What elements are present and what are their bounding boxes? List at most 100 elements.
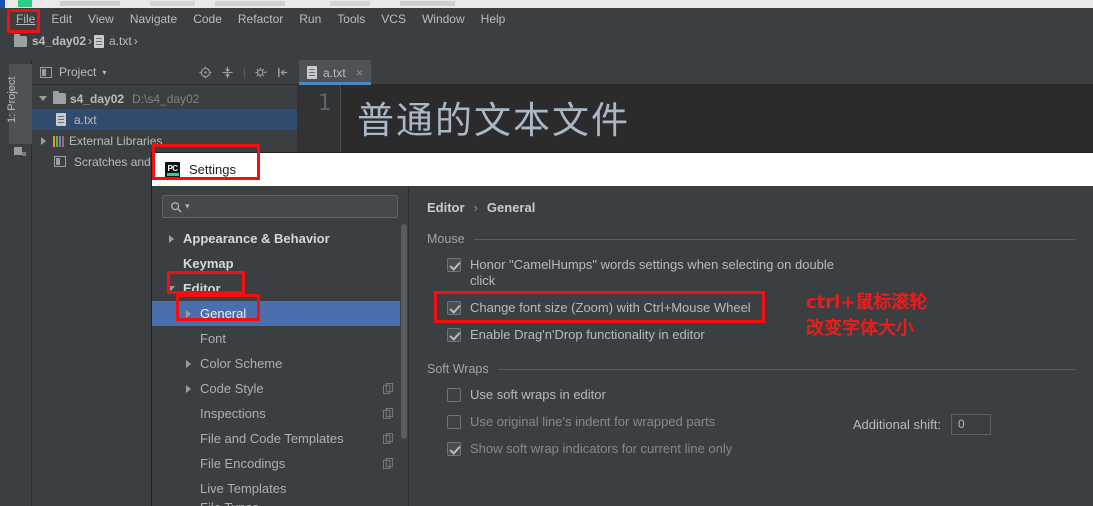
menu-view-label: View (88, 12, 114, 26)
settings-node-color-scheme[interactable]: Color Scheme (152, 351, 408, 376)
option-show-soft-wrap-indicators[interactable]: Show soft wrap indicators for current li… (447, 441, 1075, 457)
additional-shift-input[interactable]: 0 (951, 414, 991, 435)
tree-node-project[interactable]: s4_day02 D:\s4_day02 (32, 88, 297, 109)
copy-icon[interactable] (383, 408, 394, 419)
editor-tab-a-txt[interactable]: a.txt × (299, 60, 372, 85)
search-input[interactable]: ▾ (162, 195, 398, 218)
menu-item-vcs[interactable]: VCS (373, 10, 414, 28)
option-use-soft-wraps[interactable]: Use soft wraps in editor (447, 387, 1075, 403)
chevron-right-icon[interactable] (38, 135, 49, 146)
gear-icon[interactable] (255, 66, 268, 79)
chevron-right-icon[interactable] (183, 358, 194, 369)
chevron-down-icon[interactable] (166, 283, 177, 294)
menu-item-window[interactable]: Window (414, 10, 473, 28)
breadcrumb-project-label: s4_day02 (32, 34, 87, 48)
tool-window-button-project[interactable]: 1: Project (6, 64, 32, 144)
settings-categories-pane: ▾ Appearance & Behavior Keymap Editor Ge… (152, 186, 409, 506)
settings-node-file-encodings[interactable]: File Encodings (152, 451, 408, 476)
settings-node-appearance-behavior[interactable]: Appearance & Behavior (152, 226, 408, 251)
option-label: Show soft wrap indicators for current li… (470, 441, 733, 456)
menu-item-navigate[interactable]: Navigate (122, 10, 185, 28)
option-honor-camelhumps[interactable]: Honor "CamelHumps" words settings when s… (447, 257, 847, 289)
menu-item-file[interactable]: File (8, 10, 43, 28)
close-icon[interactable]: × (356, 65, 364, 80)
menu-item-edit[interactable]: Edit (43, 10, 80, 28)
option-label: Use original line's indent for wrapped p… (470, 414, 716, 429)
menu-item-help[interactable]: Help (473, 10, 514, 28)
settings-tree-scrollbar[interactable] (400, 224, 408, 506)
settings-node-file-and-code-templates[interactable]: File and Code Templates (152, 426, 408, 451)
search-dropdown-caret-icon[interactable]: ▾ (185, 201, 190, 212)
menu-item-run[interactable]: Run (291, 10, 329, 28)
menu-run-label: Run (299, 12, 322, 26)
option-enable-dragndrop[interactable]: Enable Drag'n'Drop functionality in edit… (447, 327, 1075, 343)
tree-node-label: a.txt (74, 112, 97, 127)
search-icon (171, 201, 182, 213)
menu-refactor-label: Refactor (237, 12, 284, 26)
breadcrumb-project[interactable]: s4_day02 (14, 33, 87, 48)
checkbox-honor-camelhumps[interactable] (447, 258, 461, 272)
checkbox-show-soft-wrap-indicators[interactable] (447, 442, 461, 456)
checkbox-use-original-indent[interactable] (447, 415, 461, 429)
hide-icon[interactable] (277, 66, 290, 79)
settings-node-label: Font (200, 331, 227, 346)
settings-breadcrumb-current: General (486, 200, 536, 215)
menu-item-view[interactable]: View (80, 10, 122, 28)
scrollbar-thumb[interactable] (401, 224, 407, 439)
tree-node-a-txt[interactable]: a.txt (32, 109, 297, 130)
menu-file-label: File (16, 12, 36, 26)
project-panel-title: Project (59, 65, 97, 79)
chevron-right-icon[interactable] (183, 308, 194, 319)
settings-node-general[interactable]: General (152, 301, 408, 326)
settings-node-label: Inspections (200, 406, 266, 421)
option-change-font-size-zoom[interactable]: Change font size (Zoom) with Ctrl+Mouse … (447, 300, 1075, 316)
menu-navigate-label: Navigate (129, 12, 178, 26)
settings-dialog-title: Settings (189, 162, 236, 177)
copy-icon[interactable] (383, 433, 394, 444)
checkbox-change-font-size-zoom[interactable] (447, 301, 461, 315)
file-icon (94, 34, 105, 48)
tool-window-button-label: 1: Project (6, 76, 18, 123)
copy-icon[interactable] (383, 383, 394, 394)
editor-content-line-1[interactable]: 普通的文本文件 (357, 90, 630, 144)
settings-breadcrumb-parent: Editor (427, 200, 465, 215)
checkbox-use-soft-wraps[interactable] (447, 388, 461, 402)
chevron-right-icon[interactable] (166, 233, 177, 244)
copy-icon[interactable] (383, 458, 394, 469)
locate-icon[interactable] (199, 65, 212, 79)
settings-node-file-types[interactable]: File Types (152, 501, 408, 506)
chevron-down-icon[interactable]: ▾ (102, 68, 106, 77)
pycharm-icon: PC (165, 161, 180, 178)
collapse-all-icon[interactable] (221, 66, 234, 79)
settings-node-keymap[interactable]: Keymap (152, 251, 408, 276)
left-tool-strip: 1: Project (6, 60, 32, 506)
settings-dialog-body: ▾ Appearance & Behavior Keymap Editor Ge… (152, 186, 1093, 506)
tree-node-external-libraries[interactable]: External Libraries (32, 130, 297, 151)
settings-node-inspections[interactable]: Inspections (152, 401, 408, 426)
option-label: Change font size (Zoom) with Ctrl+Mouse … (470, 300, 751, 315)
chevron-right-icon[interactable] (183, 383, 194, 394)
settings-node-live-templates[interactable]: Live Templates (152, 476, 408, 501)
settings-node-font[interactable]: Font (152, 326, 408, 351)
chevron-down-icon[interactable] (38, 93, 49, 104)
breadcrumb-separator: › (88, 34, 93, 48)
group-divider (497, 368, 1075, 370)
breadcrumb-file-label: a.txt (109, 34, 132, 48)
checkbox-enable-dragndrop[interactable] (447, 328, 461, 342)
option-use-original-indent[interactable]: Use original line's indent for wrapped p… (447, 414, 1075, 435)
annotation-text: ctrl+鼠标滚轮 改变字体大小 (806, 290, 927, 342)
library-icon (53, 135, 65, 147)
background-item (215, 1, 285, 6)
line-number: 1 (317, 91, 331, 116)
breadcrumb-file[interactable]: a.txt (94, 34, 132, 48)
menu-item-refactor[interactable]: Refactor (230, 10, 291, 28)
settings-node-editor[interactable]: Editor (152, 276, 408, 301)
settings-node-code-style[interactable]: Code Style (152, 376, 408, 401)
menu-edit-label: Edit (51, 12, 73, 26)
menu-item-code[interactable]: Code (185, 10, 230, 28)
settings-category-tree: Appearance & Behavior Keymap Editor Gene… (152, 226, 408, 506)
settings-node-label: Editor (183, 281, 221, 296)
menu-item-tools[interactable]: Tools (329, 10, 373, 28)
structure-icon[interactable] (14, 146, 27, 158)
project-view-icon (40, 66, 52, 78)
